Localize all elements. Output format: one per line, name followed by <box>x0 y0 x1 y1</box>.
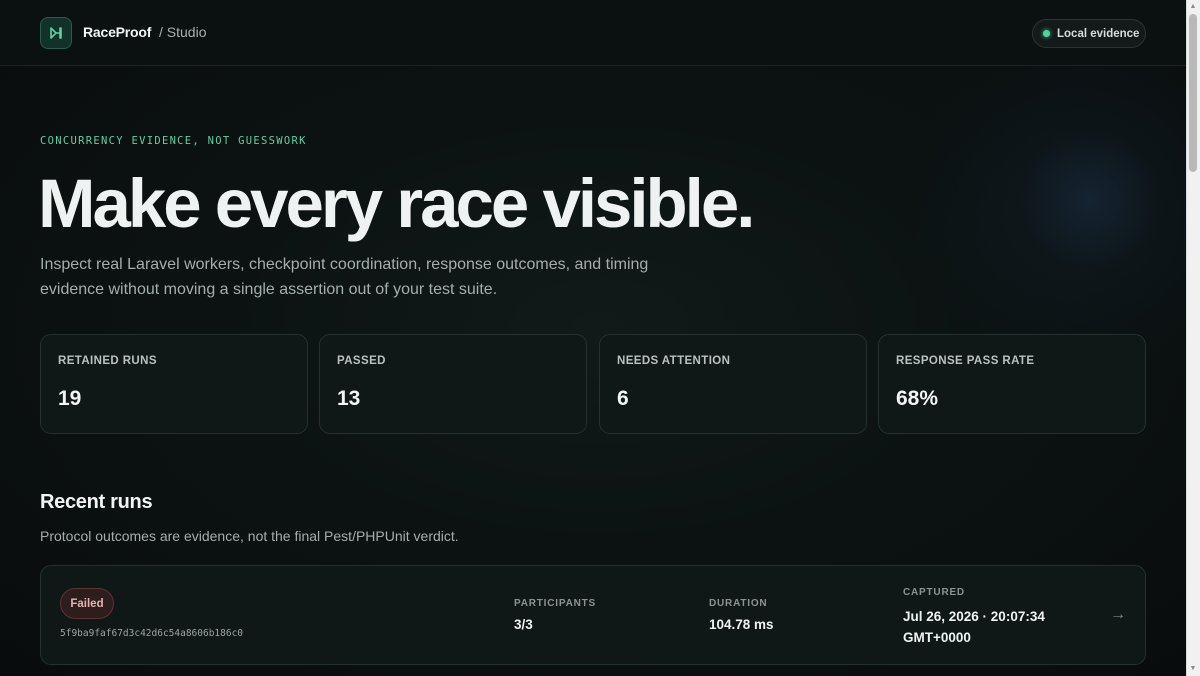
participants-value: 3/3 <box>514 617 533 632</box>
stat-label: NEEDS ATTENTION <box>617 355 731 367</box>
scroll-down-icon[interactable]: ▼ <box>1189 665 1197 673</box>
breadcrumb: / Studio <box>159 24 207 40</box>
stat-card-retained-runs: RETAINED RUNS 19 <box>40 334 308 434</box>
recent-runs-title: Recent runs <box>40 491 153 513</box>
local-evidence-label: Local evidence <box>1057 27 1140 40</box>
local-evidence-badge[interactable]: Local evidence <box>1032 19 1146 48</box>
raceproof-logo-icon[interactable] <box>40 17 72 49</box>
hero-eyebrow: CONCURRENCY EVIDENCE, NOT GUESSWORK <box>40 135 307 147</box>
duration-value: 104.78 ms <box>709 617 774 632</box>
stat-label: RETAINED RUNS <box>58 355 157 367</box>
stat-value: 6 <box>617 387 629 410</box>
brand-name[interactable]: RaceProof <box>83 24 151 40</box>
stat-card-passed: PASSED 13 <box>319 334 587 434</box>
duration-label: DURATION <box>709 598 768 609</box>
status-badge-failed: Failed <box>60 588 114 619</box>
top-bar: RaceProof / Studio Local evidence <box>0 0 1186 66</box>
hero-subtitle: Inspect real Laravel workers, checkpoint… <box>40 256 649 298</box>
captured-value: Jul 26, 2026 · 20:07:34 GMT+0000 <box>903 609 1045 645</box>
recent-runs-subtitle: Protocol outcomes are evidence, not the … <box>40 528 459 544</box>
run-row[interactable]: Failed 5f9ba9faf67d3c42d6c54a8606b186c0 … <box>40 565 1146 665</box>
run-hash: 5f9ba9faf67d3c42d6c54a8606b186c0 <box>60 628 244 639</box>
captured-label: CAPTURED <box>903 587 965 598</box>
scroll-up-icon[interactable]: ▲ <box>1189 3 1197 11</box>
hero-title: Make every race visible. <box>38 165 755 242</box>
stat-card-needs-attention: NEEDS ATTENTION 6 <box>599 334 867 434</box>
stat-value: 68% <box>896 387 939 410</box>
stat-value: 19 <box>58 387 82 410</box>
stat-label: PASSED <box>337 355 386 367</box>
scrollbar-thumb[interactable] <box>1189 14 1197 172</box>
arrow-right-icon[interactable]: → <box>1110 606 1126 624</box>
participants-label: PARTICIPANTS <box>514 598 597 609</box>
stat-value: 13 <box>337 387 361 410</box>
stat-card-response-pass-rate: RESPONSE PASS RATE 68% <box>878 334 1146 434</box>
status-dot-icon <box>1043 30 1050 37</box>
stat-label: RESPONSE PASS RATE <box>896 355 1035 367</box>
